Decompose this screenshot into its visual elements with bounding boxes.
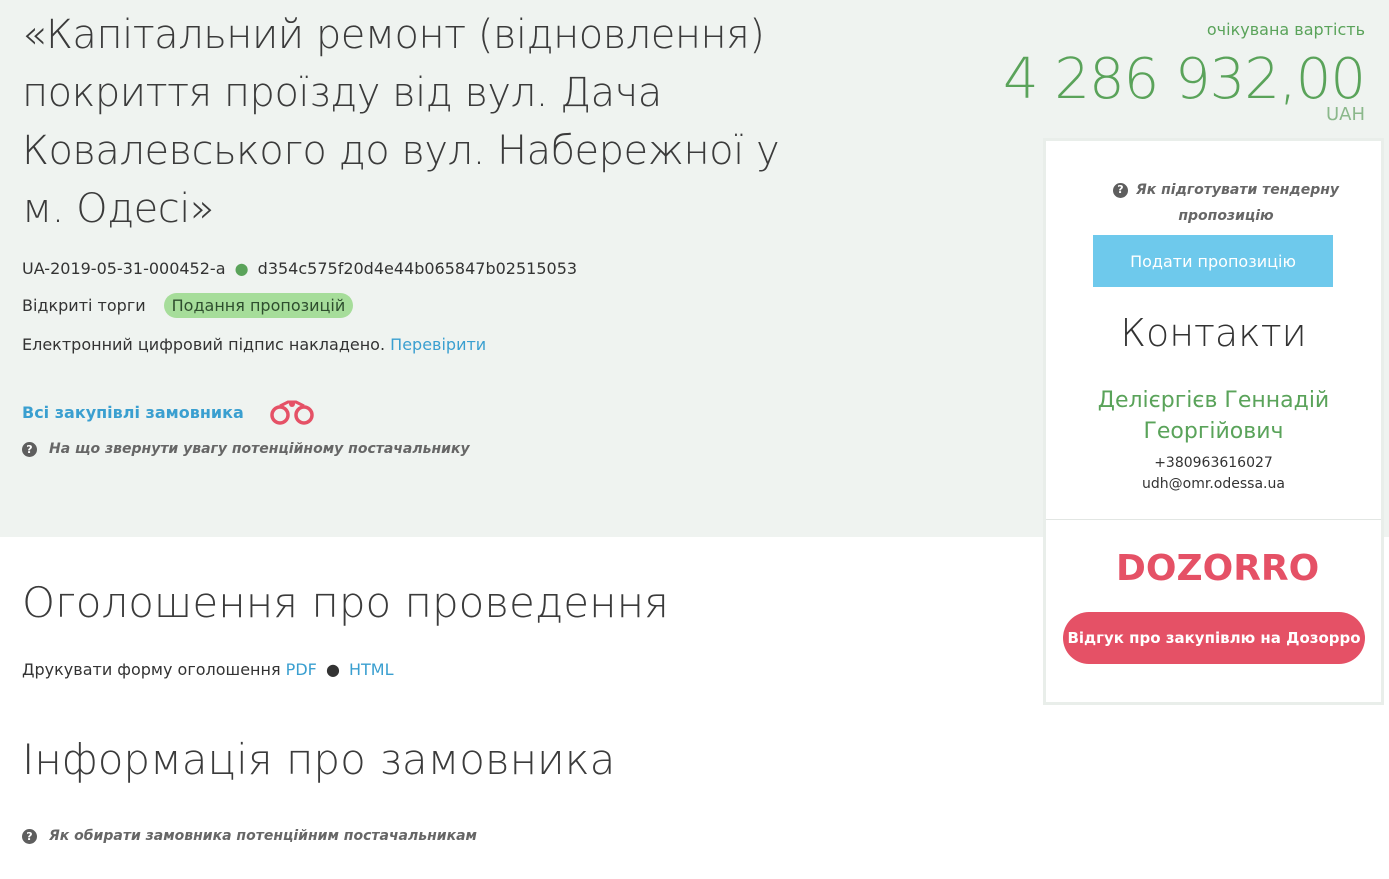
html-link[interactable]: HTML bbox=[349, 660, 394, 679]
expected-value-currency: UAH bbox=[1325, 104, 1365, 125]
tender-id: UA-2019-05-31-000452-a bbox=[22, 259, 226, 278]
tender-title: «Капітальний ремонт (відновлення) покрит… bbox=[22, 12, 780, 232]
separator-dot: ● bbox=[234, 259, 249, 278]
expected-value-label: очікувана вартість bbox=[1206, 20, 1365, 39]
bid-hint[interactable]: ? Як підготувати тендерну пропозицію bbox=[1106, 177, 1346, 229]
question-circle-icon: ? bbox=[22, 441, 37, 457]
customer-info-heading: Інформація про замовника bbox=[22, 735, 616, 784]
dozorro-logo: DOZORRO bbox=[1116, 548, 1320, 589]
dozorro-review-button[interactable]: Відгук про закупівлю на Дозорро bbox=[1063, 612, 1365, 664]
question-circle-icon: ? bbox=[22, 828, 37, 844]
supplier-hint-text: На що звернути увагу потенційному постач… bbox=[49, 441, 470, 457]
contacts-title: Контакти bbox=[1120, 311, 1307, 355]
verify-signature-link[interactable]: Перевірити bbox=[390, 335, 486, 354]
bid-hint-text: Як підготувати тендерну пропозицію bbox=[1135, 182, 1340, 224]
contact-email: udh@omr.odessa.ua bbox=[1142, 476, 1285, 492]
binoculars-icon[interactable] bbox=[266, 398, 318, 426]
tender-ids: UA-2019-05-31-000452-a ● d354c575f20d4e4… bbox=[22, 259, 577, 278]
contact-phone: +380963616027 bbox=[1154, 455, 1273, 471]
contact-name: Делієргієв Геннадій Георгійович bbox=[1097, 388, 1330, 444]
submit-bid-button[interactable]: Подати пропозицію bbox=[1093, 235, 1333, 287]
signature-text: Електронний цифровий підпис накладено. bbox=[22, 335, 386, 354]
print-label: Друкувати форму оголошення bbox=[22, 660, 281, 679]
separator-dot: ● bbox=[325, 660, 340, 679]
pdf-link[interactable]: PDF bbox=[286, 660, 317, 679]
supplier-hint[interactable]: ? На що звернути увагу потенційному пост… bbox=[22, 441, 470, 457]
procedure-row: Відкриті торги Подання пропозицій bbox=[22, 293, 354, 318]
announcement-heading: Оголошення про проведення bbox=[22, 578, 669, 627]
customer-hint[interactable]: ? Як обирати замовника потенційним поста… bbox=[22, 828, 477, 844]
procedure-type: Відкриті торги bbox=[22, 296, 146, 315]
signature-row: Електронний цифровий підпис накладено. П… bbox=[22, 335, 486, 354]
expected-value-amount: 4 286 932,00 bbox=[1002, 47, 1366, 112]
status-badge: Подання пропозицій bbox=[163, 293, 354, 318]
print-form-row: Друкувати форму оголошення PDF ● HTML bbox=[22, 660, 394, 679]
sidebar-card: ? Як підготувати тендерну пропозицію Пода… bbox=[1043, 138, 1384, 705]
all-purchases-link[interactable]: Всі закупівлі замовника bbox=[22, 403, 244, 422]
divider bbox=[1046, 519, 1381, 520]
question-circle-icon: ? bbox=[1112, 182, 1128, 198]
customer-hint-text: Як обирати замовника потенційним постача… bbox=[49, 828, 477, 844]
all-purchases-row: Всі закупівлі замовника bbox=[22, 398, 318, 426]
tender-hash: d354c575f20d4e44b065847b02515053 bbox=[257, 259, 578, 278]
